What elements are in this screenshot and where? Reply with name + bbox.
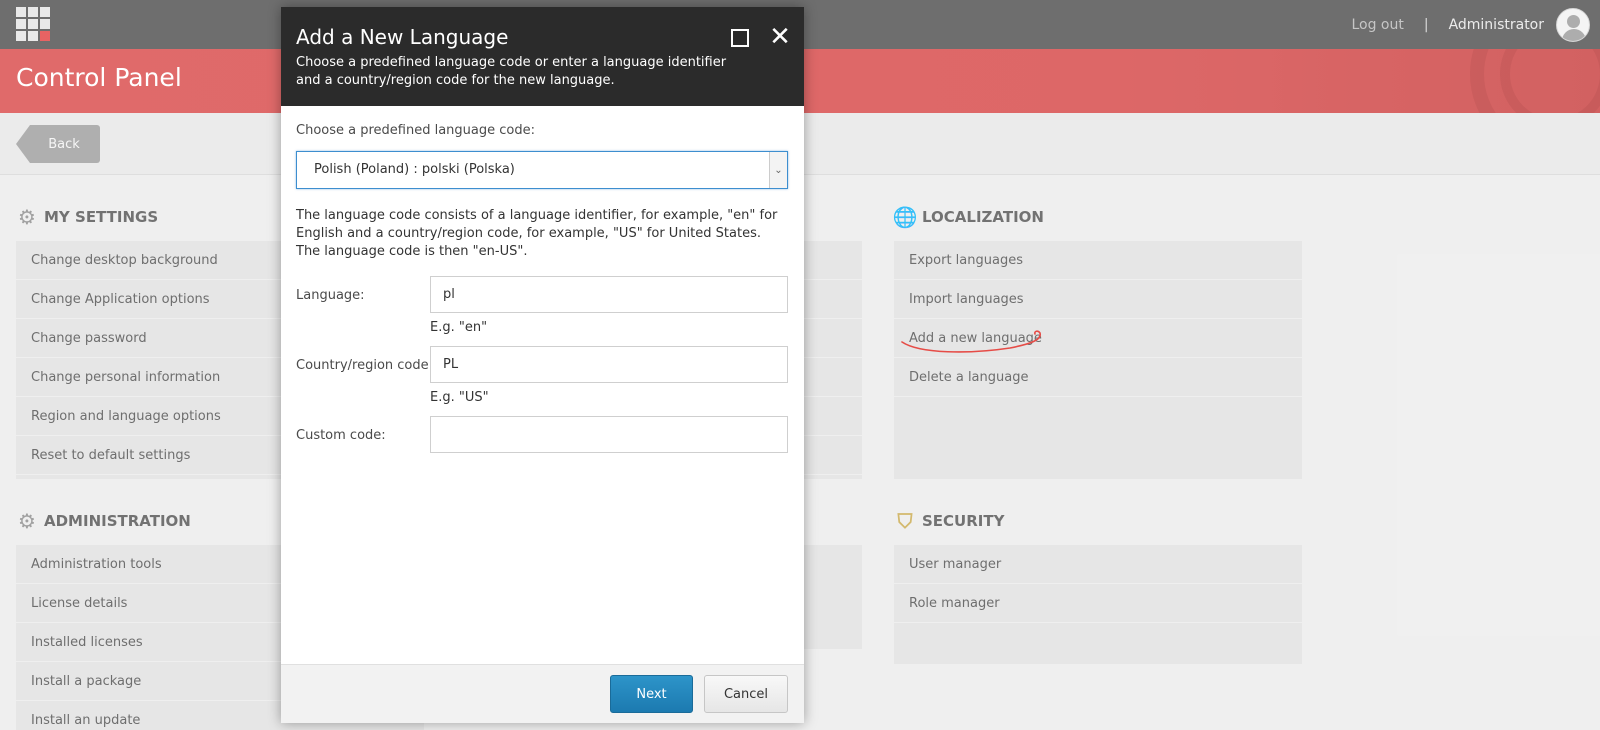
custom-code-label: Custom code: bbox=[296, 428, 386, 443]
dialog-header: Add a New Language Choose a predefined l… bbox=[281, 7, 804, 106]
dialog-title: Add a New Language bbox=[296, 25, 509, 49]
next-button[interactable]: Next bbox=[610, 675, 693, 713]
add-language-dialog: Add a New Language Choose a predefined l… bbox=[281, 7, 804, 723]
language-code-description: The language code consists of a language… bbox=[296, 208, 778, 259]
chevron-down-icon[interactable]: ⌄ bbox=[769, 152, 787, 188]
language-code-select[interactable]: Polish (Poland) : polski (Polska) ⌄ bbox=[296, 151, 788, 189]
choose-language-label: Choose a predefined language code: bbox=[296, 123, 535, 138]
dialog-footer: Next Cancel bbox=[281, 664, 804, 723]
country-field[interactable]: PL bbox=[430, 346, 788, 383]
close-icon[interactable]: ✕ bbox=[767, 23, 793, 51]
maximize-icon[interactable] bbox=[731, 29, 749, 47]
country-hint: E.g. "US" bbox=[430, 390, 489, 405]
dialog-subtitle: Choose a predefined language code or ent… bbox=[296, 55, 727, 88]
language-hint: E.g. "en" bbox=[430, 320, 488, 335]
country-label: Country/region code: bbox=[296, 358, 434, 373]
language-field[interactable]: pl bbox=[430, 276, 788, 313]
language-label: Language: bbox=[296, 288, 365, 303]
selected-language: Polish (Poland) : polski (Polska) bbox=[314, 162, 515, 177]
custom-code-field[interactable] bbox=[430, 416, 788, 453]
cancel-button[interactable]: Cancel bbox=[704, 675, 788, 713]
